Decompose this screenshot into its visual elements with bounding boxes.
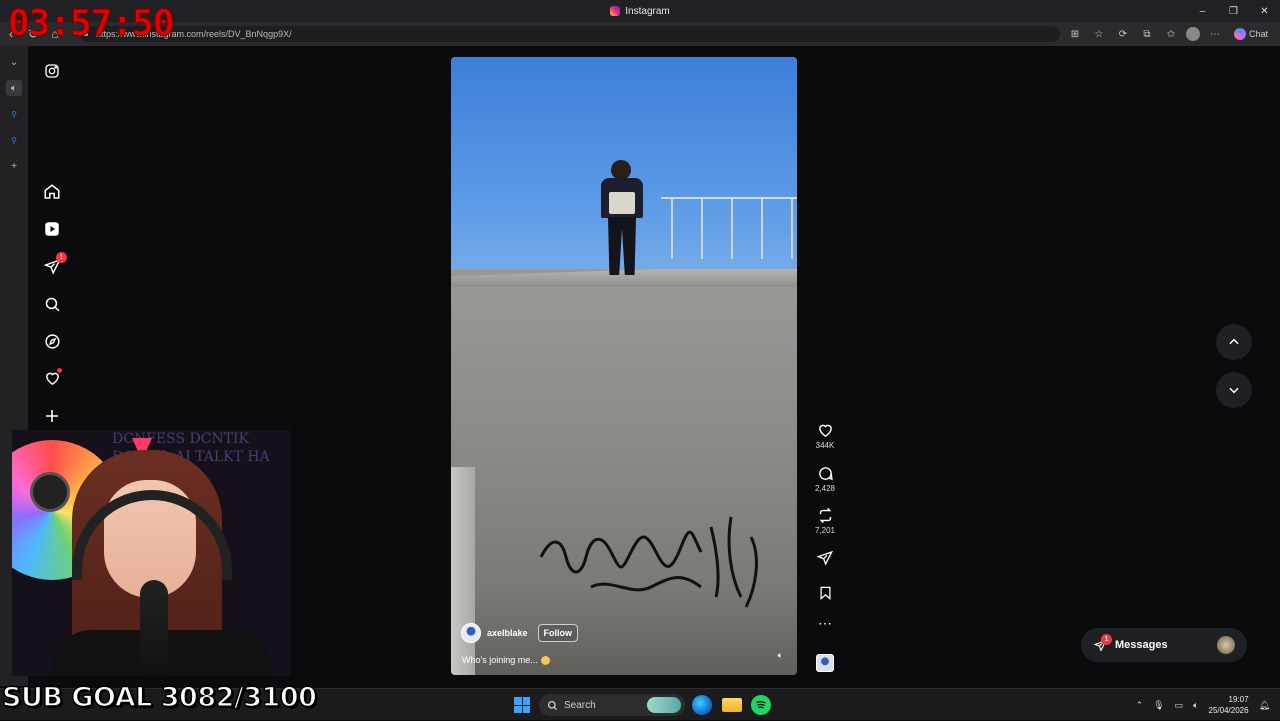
streamer-webcam: DCNFESS DCNTIK DANIEL AI TALKT HA [12, 430, 290, 676]
more-dots-icon: ⋯ [818, 615, 832, 631]
caption-text: Who's joining me... [462, 654, 538, 665]
messages-pill[interactable]: 1 Messages [1081, 628, 1247, 662]
sub-goal-overlay: SUB GOAL 3082/3100 [1, 681, 317, 714]
previous-reel-button[interactable] [1216, 324, 1252, 360]
message-contact-avatar [1217, 636, 1235, 654]
home-icon[interactable] [42, 182, 62, 202]
chevron-down-icon [1229, 387, 1239, 394]
notifications-heart-icon[interactable] [42, 368, 62, 388]
reel-caption[interactable]: Who's joining me... [462, 655, 550, 665]
bookmark-icon [820, 586, 830, 600]
messages-send-icon: 1 [1093, 634, 1112, 652]
video-railing [661, 197, 797, 267]
reels-icon[interactable] [42, 219, 62, 239]
spin-wheel-center [30, 472, 70, 512]
messages-icon[interactable]: 1 [42, 252, 67, 276]
chevron-down-icon[interactable]: ⌄ [6, 54, 22, 70]
notifications-bell-icon[interactable]: 🔔︎ [1259, 700, 1270, 711]
extensions-icon[interactable]: ⟳ [1114, 25, 1132, 43]
add-icon[interactable]: + [6, 158, 22, 174]
search-icon-2[interactable]: ⚲ [6, 132, 22, 148]
tray-volume-icon[interactable]: 🔈︎ [1193, 700, 1198, 711]
clock-date: 25/04/2026 [1208, 706, 1249, 715]
browser-title-bar: Instagram – ❐ ✕ [0, 0, 1280, 22]
share-action[interactable] [810, 550, 840, 566]
tray-network-icon[interactable]: ▭ [1175, 700, 1184, 711]
repost-icon [819, 507, 831, 524]
windows-start-icon[interactable] [514, 697, 530, 713]
comment-icon [818, 467, 833, 481]
profile-avatar[interactable] [1185, 27, 1200, 41]
comment-count: 2,428 [814, 484, 836, 493]
clock-time: 19:07 [1228, 695, 1249, 704]
reel-author: axelblake Follow [461, 623, 579, 643]
speaker-icon[interactable]: 🔈︎ [6, 80, 22, 96]
search-icon [548, 700, 558, 710]
more-options-action[interactable]: ⋯ [810, 615, 840, 631]
system-tray: ⌃ 🎙︎ ▭ 🔈︎ 19:07 25/04/2026 🔔︎ [1136, 689, 1270, 721]
taskbar-search-placeholder: Search [564, 699, 596, 711]
favorites-icon[interactable]: ✩ [1162, 25, 1180, 43]
reel-video[interactable]: axelblake Follow Who's joining me... 🔈︎ [451, 57, 797, 675]
tab-title: Instagram [625, 5, 670, 17]
more-menu-icon[interactable]: ⋯ [1206, 25, 1224, 43]
author-avatar[interactable] [461, 623, 481, 643]
chevron-up-icon [1229, 338, 1239, 345]
search-icon[interactable]: ⚲ [6, 106, 22, 122]
copilot-icon [1233, 28, 1246, 40]
video-person-shirt [609, 192, 635, 214]
stream-timer: 03:57:50 [7, 3, 174, 44]
save-action[interactable] [810, 585, 840, 601]
instagram-favicon-icon [610, 6, 621, 16]
minimize-button[interactable]: – [1187, 0, 1218, 22]
video-person-head [611, 160, 631, 180]
system-clock[interactable]: 19:07 25/04/2026 [1209, 694, 1249, 716]
tray-microphone-icon[interactable]: 🎙︎ [1153, 700, 1164, 711]
tray-chevron-up-icon[interactable]: ⌃ [1136, 700, 1144, 711]
apps-icon[interactable]: ⊞ [1066, 25, 1084, 43]
close-window-button[interactable]: ✕ [1249, 0, 1280, 22]
instagram-logo-icon[interactable] [42, 61, 62, 81]
edge-browser-icon[interactable] [692, 695, 712, 715]
browser-tools: ⊞ ☆ ⟳ ⧉ ✩ ⋯ Chat [1066, 22, 1272, 46]
explore-compass-icon[interactable] [42, 331, 62, 351]
window-controls: – ❐ ✕ [1187, 0, 1280, 22]
repost-action[interactable]: 7,201 [810, 507, 840, 535]
like-count: 344K [815, 441, 835, 450]
messages-badge: 1 [56, 252, 67, 263]
search-icon[interactable] [42, 294, 62, 314]
chat-label: Chat [1248, 29, 1268, 39]
share-icon [817, 550, 833, 566]
like-action[interactable]: 344K [810, 422, 840, 450]
taskbar-search[interactable]: Search [539, 694, 685, 716]
heart-icon [818, 424, 832, 438]
search-highlight-icon [647, 697, 681, 713]
audio-avatar-icon [816, 654, 834, 672]
split-screen-icon[interactable]: ⧉ [1138, 25, 1156, 43]
repost-count: 7,201 [814, 526, 836, 535]
author-username[interactable]: axelblake [487, 628, 528, 638]
favorite-star-icon[interactable]: ☆ [1090, 25, 1108, 43]
video-pillar [451, 467, 475, 675]
notification-dot [57, 368, 62, 373]
video-graffiti [539, 516, 758, 608]
comment-action[interactable]: 2,428 [810, 465, 840, 493]
audio-thumbnail[interactable] [810, 654, 840, 672]
address-toolbar: ‹ ↻ ⌂ 🔒︎ https://www.instagram.com/reels… [0, 22, 1280, 46]
messages-label: Messages [1115, 639, 1168, 651]
next-reel-button[interactable] [1216, 372, 1252, 408]
maximize-button[interactable]: ❐ [1218, 0, 1249, 22]
microphone-icon [140, 580, 168, 676]
file-explorer-icon[interactable] [722, 698, 742, 712]
messages-pill-badge: 1 [1101, 634, 1112, 645]
volume-icon[interactable]: 🔈︎ [778, 650, 783, 661]
smile-emoji-icon [540, 656, 550, 665]
create-plus-icon[interactable] [42, 406, 62, 426]
url-bar[interactable]: 🔒︎ https://www.instagram.com/reels/DV_Bn… [80, 26, 1060, 42]
follow-button[interactable]: Follow [537, 624, 579, 642]
copilot-chat-button[interactable]: Chat [1230, 25, 1272, 43]
spotify-icon[interactable] [751, 695, 771, 715]
